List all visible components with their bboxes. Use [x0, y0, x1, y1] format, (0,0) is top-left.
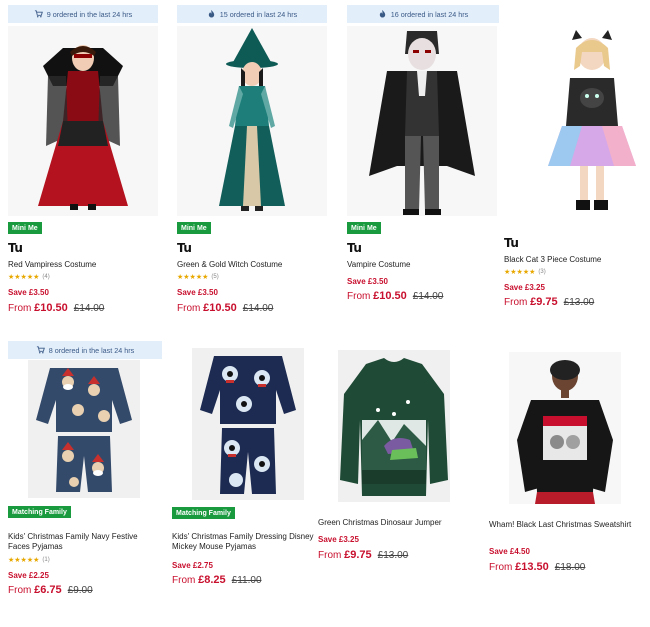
save-text: Save £3.50 [8, 288, 49, 297]
orders-banner-text: 16 ordered in last 24 hrs [390, 9, 469, 19]
save-text: Save £3.50 [177, 288, 218, 297]
was-price: £18.00 [554, 562, 586, 573]
product-title[interactable]: Red Vampiress Costume [8, 260, 158, 270]
orders-banner: 15 ordered in last 24 hrs [177, 5, 327, 23]
orders-banner-text: 15 ordered in last 24 hrs [219, 9, 298, 19]
from-label: From [172, 575, 196, 586]
from-label: From [489, 562, 513, 573]
save-text: Save £4.50 [489, 547, 530, 556]
product-image[interactable] [177, 26, 327, 216]
star-icons: ★★★★★ [177, 274, 209, 281]
save-text: Save £3.25 [504, 283, 545, 292]
orders-banner-text: 8 ordered in the last 24 hrs [48, 345, 135, 355]
was-price: £11.00 [231, 575, 262, 586]
from-label: From [504, 297, 528, 308]
mini-me-badge: Mini Me [8, 222, 42, 234]
was-price: £14.00 [73, 303, 105, 314]
price-row: From £6.75 £9.00 [8, 584, 93, 596]
save-text: Save £3.25 [318, 535, 359, 544]
save-text: Save £3.50 [347, 277, 388, 286]
price-row: From £13.50 £18.00 [489, 561, 585, 573]
current-price: £13.50 [515, 561, 549, 573]
star-icons: ★★★★★ [8, 274, 40, 281]
brand-logo: Tu [504, 236, 519, 250]
was-price: £9.00 [67, 585, 93, 596]
was-price: £14.00 [242, 303, 274, 314]
current-price: £10.50 [34, 302, 68, 314]
price-row: From £9.75 £13.00 [318, 549, 408, 561]
brand-logo: Tu [177, 241, 192, 255]
product-image[interactable] [509, 352, 621, 504]
orders-banner: 8 ordered in the last 24 hrs [8, 341, 162, 359]
basket-icon [34, 9, 43, 20]
basket-icon [36, 345, 45, 356]
current-price: £10.50 [373, 290, 407, 302]
was-price: £13.00 [377, 550, 409, 561]
rating-stars: ★★★★★ (5) [177, 273, 219, 281]
product-image[interactable] [8, 26, 158, 216]
current-price: £9.75 [530, 296, 558, 308]
price-row: From £10.50 £14.00 [8, 302, 104, 314]
mini-me-badge: Mini Me [177, 222, 211, 234]
save-text: Save £2.25 [8, 571, 49, 580]
current-price: £10.50 [203, 302, 237, 314]
current-price: £8.25 [198, 574, 226, 586]
rating-count: (5) [211, 274, 219, 280]
orders-banner-text: 9 ordered in the last 24 hrs [46, 9, 133, 19]
product-title[interactable]: Black Cat 3 Piece Costume [504, 255, 650, 265]
current-price: £6.75 [34, 584, 62, 596]
brand-logo: Tu [347, 241, 362, 255]
was-price: £13.00 [563, 297, 595, 308]
product-title[interactable]: Green & Gold Witch Costume [177, 260, 327, 270]
from-label: From [318, 550, 342, 561]
price-row: From £9.75 £13.00 [504, 296, 594, 308]
rating-count: (1) [42, 557, 50, 563]
matching-family-badge: Matching Family [8, 506, 71, 518]
from-label: From [177, 303, 201, 314]
product-image[interactable] [338, 350, 450, 502]
rating-stars: ★★★★★ (4) [8, 273, 50, 281]
product-title[interactable]: Kids' Christmas Family Dressing Disney M… [172, 532, 322, 552]
product-image[interactable] [347, 26, 497, 216]
flame-icon [378, 9, 387, 20]
current-price: £9.75 [344, 549, 372, 561]
product-title[interactable]: Kids' Christmas Family Navy Festive Face… [8, 532, 158, 552]
price-row: From £10.50 £14.00 [177, 302, 273, 314]
from-label: From [8, 585, 32, 596]
product-title[interactable]: Green Christmas Dinosaur Jumper [318, 518, 468, 528]
orders-banner: 9 ordered in the last 24 hrs [8, 5, 158, 23]
from-label: From [347, 291, 371, 302]
save-text: Save £2.75 [172, 561, 213, 570]
product-image[interactable] [28, 360, 140, 498]
product-image[interactable] [192, 348, 304, 500]
price-row: From £8.25 £11.00 [172, 574, 262, 586]
mini-me-badge: Mini Me [347, 222, 381, 234]
orders-banner: 16 ordered in last 24 hrs [347, 5, 499, 23]
from-label: From [8, 303, 32, 314]
rating-stars: ★★★★★ (3) [504, 268, 546, 276]
rating-count: (3) [538, 269, 546, 275]
product-title[interactable]: Wham! Black Last Christmas Sweatshirt [489, 520, 639, 530]
brand-logo: Tu [8, 241, 23, 255]
star-icons: ★★★★★ [504, 269, 536, 276]
rating-stars: ★★★★★ (1) [8, 556, 50, 564]
price-row: From £10.50 £14.00 [347, 290, 443, 302]
matching-family-badge: Matching Family [172, 507, 235, 519]
flame-icon [207, 9, 216, 20]
product-title[interactable]: Vampire Costume [347, 260, 497, 270]
product-image[interactable] [532, 26, 650, 222]
rating-count: (4) [42, 274, 50, 280]
star-icons: ★★★★★ [8, 557, 40, 564]
was-price: £14.00 [412, 291, 444, 302]
